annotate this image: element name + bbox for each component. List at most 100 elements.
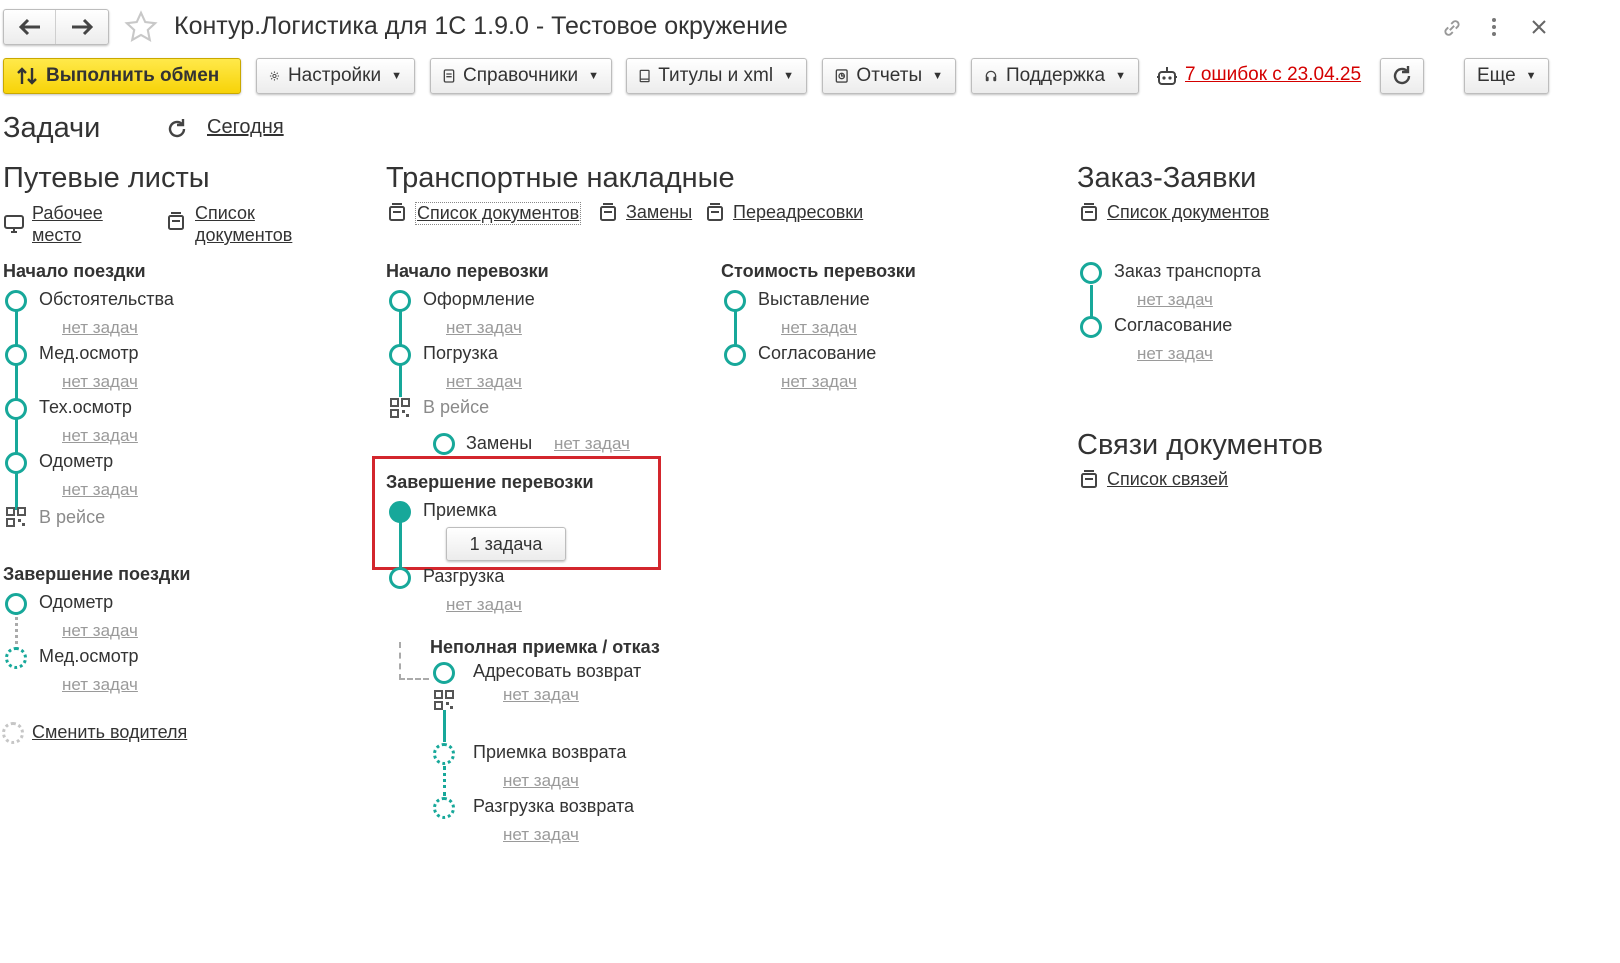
step-cost-approval: Согласование (758, 343, 877, 363)
no-tasks-link[interactable]: нет задач (62, 480, 138, 500)
no-tasks-link[interactable]: нет задач (503, 825, 579, 845)
partial-acceptance-group: Неполная приемка / отказ (430, 637, 660, 657)
headset-icon (985, 70, 997, 82)
refresh-icon[interactable] (165, 117, 189, 141)
no-tasks-link[interactable]: нет задач (446, 372, 522, 392)
orders-title: Заказ-Заявки (1077, 162, 1257, 194)
errors-link[interactable]: 7 ошибок с 23.04.25 (1185, 64, 1361, 86)
chevron-down-icon: ▼ (391, 70, 402, 82)
monitor-icon (4, 215, 24, 233)
refresh-button[interactable] (1380, 58, 1424, 94)
step-circumstances: Обстоятельства (39, 289, 174, 309)
support-button[interactable]: Поддержка ▼ (971, 58, 1139, 94)
chevron-down-icon: ▼ (932, 70, 943, 82)
status-ring (5, 452, 27, 474)
status-ring (1080, 262, 1102, 284)
status-ring (389, 344, 411, 366)
no-tasks-link[interactable]: нет задач (62, 675, 138, 695)
step-return-unloading: Разгрузка возврата (473, 796, 635, 816)
document-list-icon (1081, 203, 1097, 221)
no-tasks-link[interactable]: нет задач (446, 318, 522, 338)
timeline-line (443, 710, 446, 742)
status-ring (433, 433, 455, 455)
no-tasks-link[interactable]: нет задач (446, 595, 522, 615)
no-tasks-link[interactable]: нет задач (503, 771, 579, 791)
robot-icon (1157, 67, 1177, 85)
status-ring (433, 662, 455, 684)
step-odometer: Одометр (39, 451, 114, 471)
refresh-icon (1393, 66, 1411, 85)
no-tasks-link[interactable]: нет задач (62, 318, 138, 338)
workplace-link[interactable]: Рабочее место (32, 202, 132, 246)
references-button[interactable]: Справочники ▼ (430, 58, 612, 94)
links-title: Связи документов (1077, 429, 1324, 461)
no-tasks-link[interactable]: нет задач (62, 372, 138, 392)
step-return-address: Адресовать возврат (473, 661, 642, 681)
reports-button[interactable]: Отчеты ▼ (822, 58, 956, 94)
status-ring (724, 344, 746, 366)
change-driver-link[interactable]: Сменить водителя (32, 722, 187, 743)
forward-button[interactable] (56, 10, 108, 44)
status-ring (389, 290, 411, 312)
step-order-approval: Согласование (1114, 315, 1233, 335)
report-icon (835, 69, 848, 83)
step-tech-check: Тех.осмотр (39, 397, 132, 417)
trip-end-group: Завершение поездки (3, 564, 191, 584)
step-end-odometer: Одометр (39, 592, 114, 612)
favorite-star-icon[interactable] (124, 10, 158, 44)
status-ring-active (389, 501, 411, 523)
reports-label: Отчеты (856, 65, 923, 86)
references-label: Справочники (463, 65, 579, 86)
status-ring (389, 567, 411, 589)
no-tasks-link[interactable]: нет задач (1137, 344, 1213, 364)
no-tasks-link[interactable]: нет задач (62, 426, 138, 446)
back-button[interactable] (4, 10, 57, 44)
step-loading: Погрузка (423, 343, 498, 363)
link-icon[interactable] (1439, 15, 1465, 41)
cost-group: Стоимость перевозки (721, 261, 916, 281)
transport-doc-list-link[interactable]: Список документов (415, 202, 582, 225)
no-tasks-link[interactable]: нет задач (62, 621, 138, 641)
readdress-link[interactable]: Переадресовки (733, 202, 863, 223)
close-icon[interactable] (1530, 18, 1548, 36)
document-list-icon (168, 212, 184, 230)
today-link[interactable]: Сегодня (207, 116, 284, 139)
waybills-doc-list-link[interactable]: Список документов (195, 202, 315, 246)
in-trip-label: В рейсе (39, 507, 106, 527)
transport-title: Транспортные накладные (386, 162, 735, 194)
links-list-link[interactable]: Список связей (1107, 469, 1228, 490)
exchange-arrows-icon (17, 67, 37, 85)
chevron-down-icon: ▼ (1115, 70, 1126, 82)
exchange-button[interactable]: Выполнить обмен (3, 58, 241, 94)
chevron-down-icon: ▼ (783, 70, 794, 82)
no-tasks-link[interactable]: нет задач (1137, 290, 1213, 310)
no-tasks-link[interactable]: нет задач (503, 685, 579, 705)
more-vertical-icon[interactable] (1485, 15, 1503, 39)
document-list-icon (600, 203, 616, 221)
chevron-down-icon: ▼ (588, 70, 599, 82)
status-ring (724, 290, 746, 312)
more-button[interactable]: Еще ▼ (1464, 58, 1549, 94)
driver-change-icon (2, 722, 24, 744)
timeline-line-dotted (443, 766, 446, 796)
support-label: Поддержка (1005, 65, 1106, 86)
window-title: Контур.Логистика для 1С 1.9.0 - Тестовое… (174, 12, 788, 40)
no-tasks-link[interactable]: нет задач (554, 434, 630, 454)
replacements-link[interactable]: Замены (626, 202, 692, 223)
tasks-title: Задачи (3, 112, 101, 144)
step-acceptance: Приемка (423, 500, 497, 520)
status-ring-pending (433, 797, 455, 819)
step-transport-order: Заказ транспорта (1114, 261, 1261, 281)
document-list-icon (707, 203, 723, 221)
document-list-icon (389, 203, 405, 221)
no-tasks-link[interactable]: нет задач (781, 318, 857, 338)
status-ring (5, 290, 27, 312)
settings-button[interactable]: Настройки ▼ (256, 58, 415, 94)
orders-doc-list-link[interactable]: Список документов (1107, 202, 1269, 223)
no-tasks-link[interactable]: нет задач (781, 372, 857, 392)
task-count-button[interactable]: 1 задача (446, 527, 566, 561)
step-billing: Выставление (758, 289, 870, 309)
titles-button[interactable]: Титулы и xml ▼ (626, 58, 807, 94)
step-return-acceptance: Приемка возврата (473, 742, 627, 762)
settings-label: Настройки (287, 65, 382, 86)
